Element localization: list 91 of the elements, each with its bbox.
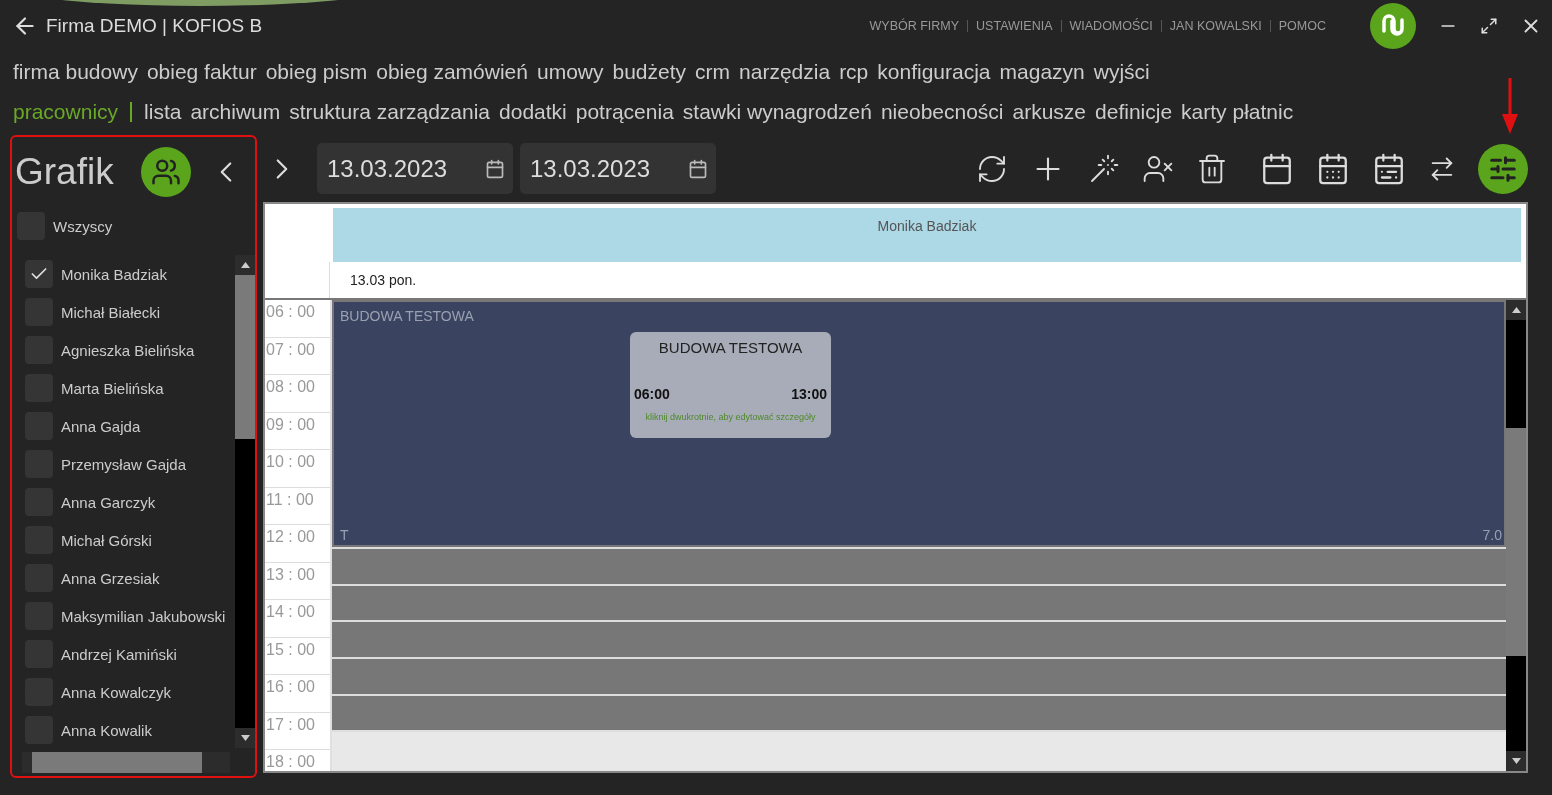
employee-header: Monika Badziak: [333, 208, 1521, 262]
calendar-range-icon[interactable]: [1372, 151, 1406, 186]
block-label: BUDOWA TESTOWA: [340, 308, 474, 324]
hour-label: 17 : 00: [265, 712, 330, 750]
event-hint: kliknij dwukrotnie, aby edytować szczegóły: [644, 412, 817, 422]
employee-name[interactable]: Przemysław Gajda: [61, 455, 187, 473]
magic-wand-icon[interactable]: [1088, 152, 1120, 185]
up-arrow-icon: [1511, 307, 1521, 313]
hour-label: 16 : 00: [265, 675, 330, 713]
employee-name[interactable]: Monika Badziak: [61, 265, 167, 283]
employee-name[interactable]: Marta Bielińska: [61, 379, 164, 397]
hour-label: 13 : 00: [265, 562, 330, 600]
menu-item[interactable]: obieg faktur: [146, 60, 257, 84]
day-label: 13.03 pon.: [350, 272, 417, 288]
hour-label: 18 : 00: [265, 750, 330, 771]
event-title: BUDOWA TESTOWA: [657, 339, 804, 356]
calendar-icon: [688, 158, 708, 179]
header-link[interactable]: POMOC: [1269, 20, 1334, 32]
menu-item[interactable]: rcp: [839, 60, 869, 84]
submenu-item[interactable]: dodatki: [499, 100, 567, 124]
employee-name[interactable]: Maksymilian Jakubowski: [61, 607, 226, 625]
employee-name[interactable]: Andrzej Kamiński: [61, 645, 177, 663]
employee-name[interactable]: Agnieszka Bielińska: [61, 341, 195, 359]
header-link[interactable]: JAN KOWALSKI: [1160, 20, 1270, 32]
up-arrow-icon: [240, 262, 250, 268]
menu-item[interactable]: magazyn: [999, 60, 1085, 84]
employee-name[interactable]: Anna Garczyk: [61, 493, 156, 511]
menu-item[interactable]: konfiguracja: [877, 60, 991, 84]
menu-item[interactable]: obieg pism: [265, 60, 368, 84]
submenu-item[interactable]: arkusze: [1012, 100, 1087, 124]
hour-label: 06 : 00: [265, 300, 330, 338]
hour-label: 15 : 00: [265, 637, 330, 675]
horizontal-scrollbar[interactable]: [22, 752, 230, 773]
employee-name[interactable]: Anna Grzesiak: [61, 569, 160, 587]
scrollbar[interactable]: [235, 255, 255, 748]
employee-name[interactable]: Anna Kowalczyk: [61, 683, 172, 701]
logo-icon[interactable]: [1370, 3, 1416, 49]
down-arrow-icon: [240, 735, 250, 741]
menu-item[interactable]: firma budowy: [13, 60, 138, 84]
menu-item[interactable]: wyjści: [1093, 60, 1150, 84]
date-field[interactable]: 13.03.2023: [317, 143, 513, 194]
hour-label: 14 : 00: [265, 600, 330, 638]
submenu-item[interactable]: lista: [144, 100, 182, 124]
end-time: 13:00: [791, 386, 827, 402]
section-label[interactable]: pracownicy: [13, 102, 133, 122]
submenu-item[interactable]: stawki wynagrodzeń: [682, 100, 872, 124]
maximize-icon[interactable]: [1480, 17, 1498, 35]
down-arrow-icon: [1511, 758, 1521, 764]
people-icon: [151, 157, 181, 187]
block-edge-label: 7.0: [1482, 526, 1502, 543]
date-field[interactable]: 13.03.2023: [520, 143, 716, 194]
sliders-icon: [1488, 153, 1518, 184]
calendar-day-icon[interactable]: [1260, 151, 1294, 186]
menu-item[interactable]: umowy: [536, 60, 604, 84]
submenu-item[interactable]: nieobecności: [880, 100, 1004, 124]
employee-name[interactable]: Anna Kowalik: [61, 721, 152, 739]
employee-name[interactable]: Anna Gajda: [61, 417, 141, 435]
header-link[interactable]: WIADOMOŚCI: [1060, 20, 1161, 32]
block-corner-label: T: [340, 526, 349, 543]
menu-item[interactable]: obieg zamówień: [376, 60, 528, 84]
people-button[interactable]: [141, 147, 191, 197]
checkbox-label: Wszyscy: [53, 217, 113, 235]
submenu-item[interactable]: potrącenia: [575, 100, 674, 124]
sliders-button[interactable]: [1478, 143, 1528, 194]
hour-label: 09 : 00: [265, 412, 330, 450]
employee-name[interactable]: Michał Białecki: [61, 303, 161, 321]
submenu-item[interactable]: karty płatnic: [1181, 100, 1294, 124]
scrollbar[interactable]: [1506, 300, 1526, 771]
submenu-item[interactable]: archiwum: [190, 100, 281, 124]
employee-name[interactable]: Michał Górski: [61, 531, 152, 549]
window-title: Firma DEMO | KOFIOS B: [46, 15, 263, 37]
menu-item[interactable]: narzędzia: [739, 60, 831, 84]
menu-item[interactable]: crm: [695, 60, 731, 84]
hour-label: 11 : 00: [265, 487, 330, 525]
sidebar-title: Grafik: [15, 151, 115, 193]
hour-label: 08 : 00: [265, 375, 330, 413]
submenu-item[interactable]: definicje: [1095, 100, 1173, 124]
menu-item[interactable]: budżety: [612, 60, 687, 84]
calendar-icon: [485, 158, 505, 179]
trash-icon[interactable]: [1196, 152, 1228, 185]
hour-label: 12 : 00: [265, 525, 330, 563]
shift-block[interactable]: BUDOWA TESTOWA BUDOWA TESTOWA 06:00 13:00 kliknij dwukrotnie, aby edytować szczegóły T 7.0: [332, 300, 1506, 547]
hour-label: 10 : 00: [265, 450, 330, 488]
header-link[interactable]: WYBÓR FIRMY: [861, 20, 968, 32]
header-link[interactable]: USTAWIENIA: [967, 20, 1061, 32]
checkbox[interactable]: [25, 260, 53, 288]
calendar-grid-icon[interactable]: [1316, 151, 1350, 186]
submenu-item[interactable]: struktura zarządzania: [289, 100, 491, 124]
start-time: 06:00: [634, 386, 670, 402]
hour-label: 07 : 00: [265, 337, 330, 375]
event-card[interactable]: BUDOWA TESTOWA 06:00 13:00 kliknij dwukrotnie, aby edytować szczegóły: [630, 332, 831, 438]
